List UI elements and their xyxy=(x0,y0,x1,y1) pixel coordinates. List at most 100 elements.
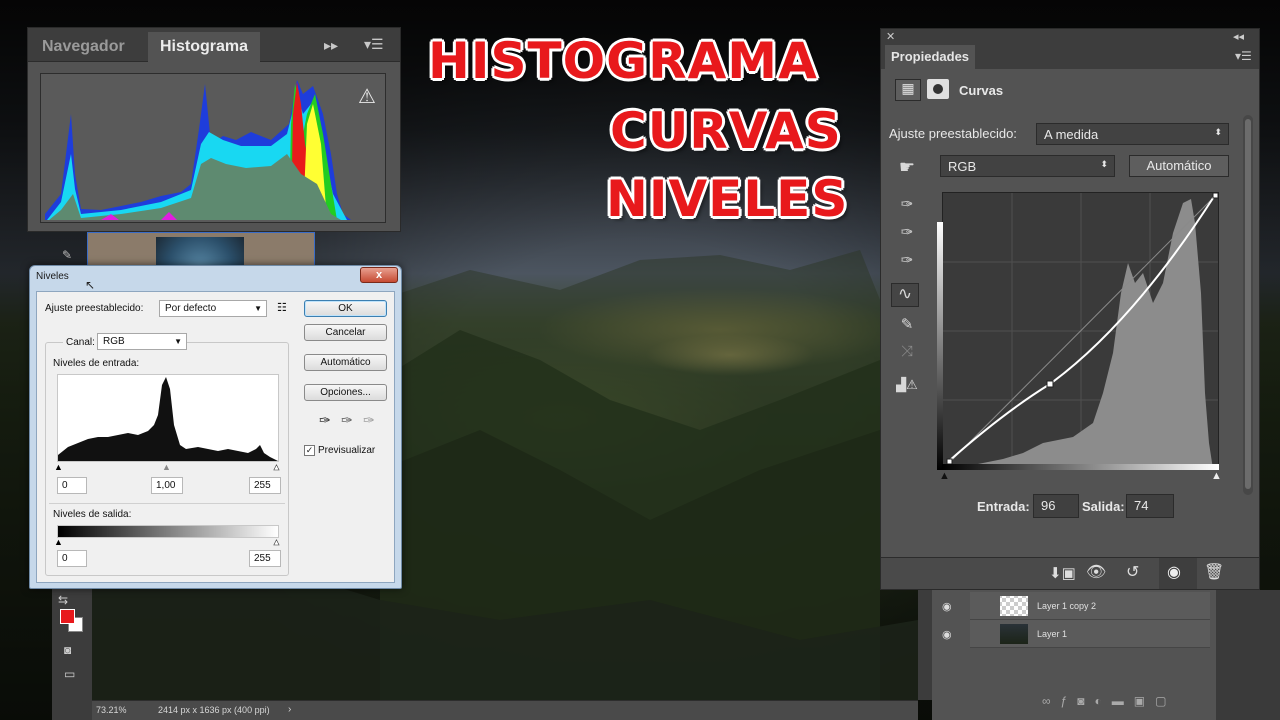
input-white-slider-icon[interactable]: ▲ xyxy=(272,462,282,473)
properties-tabbar: ✕ ◂◂ Propiedades ▾☰ xyxy=(881,29,1259,69)
curves-adjustment-icon: ▦ xyxy=(895,79,921,101)
output-white-field[interactable]: 255 xyxy=(249,550,281,567)
tab-histograma[interactable]: Histograma xyxy=(148,32,261,62)
input-gradient-bar xyxy=(942,464,1219,470)
preset-dropdown[interactable]: A medida ⬍ xyxy=(1036,123,1229,145)
tab-navegador[interactable]: Navegador xyxy=(30,32,137,62)
quick-mask-icon[interactable]: ◙ xyxy=(64,643,71,657)
warning-triangle-icon[interactable]: ⚠ xyxy=(358,84,376,109)
gray-eyedropper-icon[interactable]: ✑ xyxy=(341,412,353,429)
curve-edit-icon[interactable]: ∿ xyxy=(891,283,919,307)
on-image-adjust-hand-icon[interactable]: ☛ xyxy=(893,157,921,178)
preset-label: Ajuste preestablecido: xyxy=(889,126,1017,141)
properties-footer: ⬇▣ 👁 ↺ ◉ 🗑 xyxy=(881,557,1259,589)
panel-menu-icon[interactable]: ▾☰ xyxy=(364,36,384,53)
status-menu-arrow-icon[interactable]: › xyxy=(288,704,291,715)
ok-button[interactable]: OK xyxy=(304,300,387,317)
layer-visibility-eye-icon[interactable]: ◉ xyxy=(942,600,952,613)
collapse-panel-icon[interactable]: ◂◂ xyxy=(1233,30,1244,43)
preset-options-icon[interactable]: ☷ xyxy=(277,301,287,314)
white-point-eyedropper-icon[interactable]: ✑ xyxy=(893,251,921,269)
dropdown-arrow-icon: ⬍ xyxy=(1214,127,1222,137)
layer-row[interactable]: ◉ Layer 1 xyxy=(942,620,1210,648)
preset-label: Ajuste preestablecido: xyxy=(45,303,144,314)
auto-button[interactable]: Automático xyxy=(1129,155,1229,177)
clip-to-layer-icon[interactable]: ⬇▣ xyxy=(1049,564,1076,582)
document-scrollbar[interactable] xyxy=(918,590,932,700)
mask-icon[interactable] xyxy=(927,79,949,99)
divider xyxy=(49,503,285,504)
collapse-panel-icon[interactable]: ▸▸ xyxy=(324,37,338,54)
options-button[interactable]: Opciones... xyxy=(304,384,387,401)
input-black-field[interactable]: 0 xyxy=(57,477,87,494)
output-black-field[interactable]: 0 xyxy=(57,550,87,567)
navigator-preview[interactable] xyxy=(87,232,315,269)
output-white-slider-icon[interactable]: ▲ xyxy=(272,537,282,548)
input-black-slider-icon[interactable]: ▲ xyxy=(54,462,63,472)
output-black-slider-icon[interactable]: ▲ xyxy=(54,537,63,547)
tab-propiedades[interactable]: Propiedades xyxy=(885,45,976,69)
layer-name[interactable]: Layer 1 xyxy=(1037,629,1067,639)
layer-row[interactable]: ◉ Layer 1 copy 2 xyxy=(942,592,1210,620)
clipping-warning-icon[interactable]: ▟⚠ xyxy=(893,377,921,393)
canal-dropdown[interactable]: RGB ▼ xyxy=(97,333,187,350)
input-gamma-field[interactable]: 1,00 xyxy=(151,477,183,494)
preset-dropdown[interactable]: Por defecto ▼ xyxy=(159,300,267,317)
white-eyedropper-icon[interactable]: ✑ xyxy=(363,412,375,429)
screen-mode-icon[interactable]: ▭ xyxy=(64,667,75,681)
auto-button[interactable]: Automático xyxy=(304,354,387,371)
black-point-slider-icon[interactable]: ▲ xyxy=(939,470,950,482)
input-levels-label: Niveles de entrada: xyxy=(53,358,140,369)
title-line-niveles: NIVELES xyxy=(606,170,849,228)
visibility-eye-icon[interactable]: ◉ xyxy=(1167,562,1181,582)
foreground-color-swatch[interactable] xyxy=(60,609,75,624)
color-histogram xyxy=(40,73,386,223)
input-label: Entrada: xyxy=(977,499,1030,514)
status-bar: 73.21% 2414 px x 1636 px (400 ppi) › xyxy=(92,700,918,720)
layer-visibility-eye-icon[interactable]: ◉ xyxy=(942,628,952,641)
document-info: 2414 px x 1636 px (400 ppi) xyxy=(158,705,270,715)
output-label: Salida: xyxy=(1082,499,1125,514)
black-point-eyedropper-icon[interactable]: ✑ xyxy=(893,195,921,213)
layers-footer-icons[interactable]: ∞ƒ◙◐▬▣▢ xyxy=(1042,694,1176,708)
dropdown-arrow-icon: ▼ xyxy=(174,337,182,346)
delete-icon[interactable]: 🗑 xyxy=(1204,562,1224,582)
histogram-panel-tabs: Navegador Histograma ▸▸ ▾☰ xyxy=(28,28,400,62)
layer-name[interactable]: Layer 1 copy 2 xyxy=(1037,601,1096,611)
cancel-button[interactable]: Cancelar xyxy=(304,324,387,341)
view-previous-state-icon[interactable]: 👁 xyxy=(1086,562,1106,582)
title-line-histograma: HISTOGRAMA xyxy=(428,32,818,90)
zoom-level[interactable]: 73.21% xyxy=(96,705,127,715)
eraser-tool-icon[interactable]: ✎ xyxy=(62,248,72,262)
reset-icon[interactable]: ↺ xyxy=(1126,562,1139,582)
properties-scrollbar[interactable] xyxy=(1243,115,1253,495)
pencil-icon[interactable]: ✎ xyxy=(893,315,921,333)
channel-dropdown[interactable]: RGB ⬍ xyxy=(940,155,1115,177)
panel-menu-icon[interactable]: ▾☰ xyxy=(1235,49,1252,63)
dialog-title: Niveles xyxy=(36,271,69,282)
input-value-field[interactable]: 96 xyxy=(1033,494,1079,518)
output-gradient-bar xyxy=(57,525,279,538)
curves-graph[interactable] xyxy=(942,192,1219,470)
dropdown-arrow-icon: ▼ xyxy=(254,304,262,313)
dropdown-arrow-icon: ⬍ xyxy=(1100,159,1108,169)
input-white-field[interactable]: 255 xyxy=(249,477,281,494)
histogram-panel: Navegador Histograma ▸▸ ▾☰ ⚠ xyxy=(27,27,401,232)
swap-colors-icon[interactable]: ⇆ xyxy=(58,593,68,607)
mouse-cursor-icon: ↖ xyxy=(85,278,96,292)
close-button[interactable]: x xyxy=(360,267,398,283)
input-gamma-slider-icon[interactable]: ▲ xyxy=(162,462,171,472)
black-eyedropper-icon[interactable]: ✑ xyxy=(319,412,331,429)
channel-value: RGB xyxy=(948,159,977,174)
close-panel-icon[interactable]: ✕ xyxy=(886,30,895,43)
preview-checkbox[interactable]: ✓ xyxy=(304,445,315,456)
output-value-field[interactable]: 74 xyxy=(1126,494,1174,518)
smooth-curve-icon[interactable]: ⤨ xyxy=(893,343,921,360)
layer-thumbnail xyxy=(1000,624,1028,644)
gray-point-eyedropper-icon[interactable]: ✑ xyxy=(893,223,921,241)
levels-histogram xyxy=(57,374,279,462)
canal-value: RGB xyxy=(103,336,125,347)
niveles-dialog: Niveles ↖ x Ajuste preestablecido: Por d… xyxy=(29,265,402,589)
white-point-slider-icon[interactable]: ▲ xyxy=(1211,470,1222,482)
adjustment-name: Curvas xyxy=(959,83,1004,98)
